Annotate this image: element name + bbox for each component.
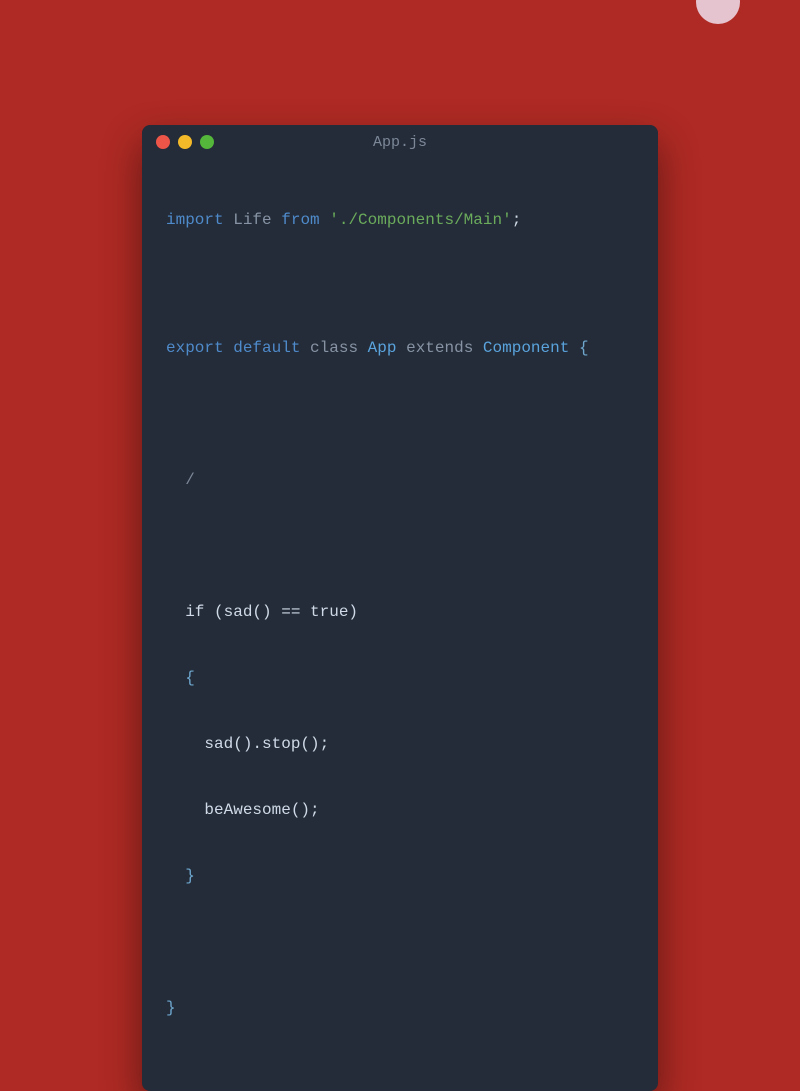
- identifier-life: Life: [233, 211, 271, 229]
- brace-close-inner: }: [185, 867, 195, 885]
- zoom-icon[interactable]: [200, 135, 214, 149]
- code-area[interactable]: import Life from './Components/Main'; ex…: [142, 159, 658, 1067]
- class-name-component: Component: [483, 339, 569, 357]
- semicolon: ;: [512, 211, 522, 229]
- comment-slash: /: [185, 471, 195, 489]
- keyword-default: default: [233, 339, 300, 357]
- window-title: App.js: [373, 134, 427, 151]
- keyword-from: from: [281, 211, 319, 229]
- call-sad-stop: sad().stop();: [204, 735, 329, 753]
- class-name-app: App: [368, 339, 397, 357]
- brace-close: }: [166, 999, 176, 1017]
- traffic-lights: [156, 135, 214, 149]
- close-icon[interactable]: [156, 135, 170, 149]
- keyword-import: import: [166, 211, 224, 229]
- import-path: './Components/Main': [329, 211, 511, 229]
- code-editor-window: App.js import Life from './Components/Ma…: [142, 125, 658, 1091]
- if-condition: if (sad() == true): [185, 603, 358, 621]
- window-titlebar: App.js: [142, 125, 658, 159]
- keyword-export: export: [166, 339, 224, 357]
- minimize-icon[interactable]: [178, 135, 192, 149]
- keyword-class: class: [310, 339, 358, 357]
- brace-open: {: [579, 339, 589, 357]
- avatar: [696, 0, 740, 24]
- keyword-extends: extends: [406, 339, 473, 357]
- call-be-awesome: beAwesome();: [204, 801, 319, 819]
- brace-open-inner: {: [185, 669, 195, 687]
